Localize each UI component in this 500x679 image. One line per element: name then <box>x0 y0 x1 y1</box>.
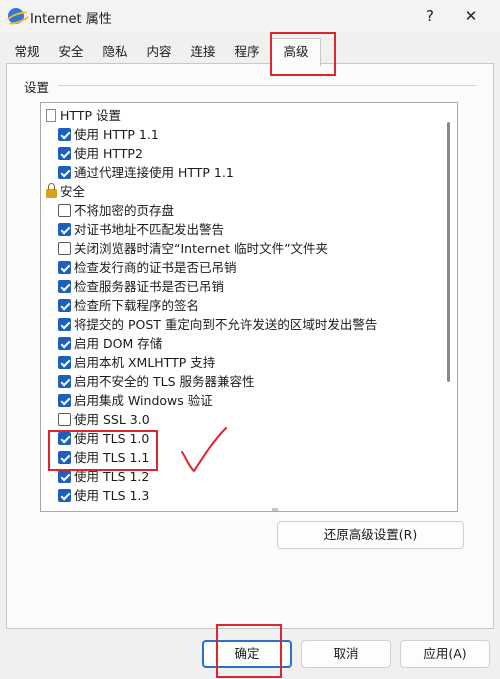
list-item[interactable]: 使用 TLS 1.3 <box>41 486 441 505</box>
list-item[interactable]: 不将加密的页存盘 <box>41 201 441 220</box>
checkbox[interactable] <box>58 261 71 274</box>
list-item-label: 启用本机 XMLHTTP 支持 <box>74 355 216 370</box>
tab-security[interactable]: 安全 <box>52 41 90 63</box>
checkbox[interactable] <box>58 242 71 255</box>
list-item-label: 对证书地址不匹配发出警告 <box>74 222 225 237</box>
list-item[interactable]: 通过代理连接使用 HTTP 1.1 <box>41 163 441 182</box>
list-item-label: 使用 HTTP2 <box>74 146 143 161</box>
list-item-label: 检查服务器证书是否已吊销 <box>74 279 225 294</box>
tab-general[interactable]: 常规 <box>8 41 46 63</box>
list-item-label: 启用集成 Windows 验证 <box>74 393 213 408</box>
checkbox[interactable] <box>58 318 71 331</box>
list-item-label: 使用 SSL 3.0 <box>74 412 150 427</box>
advanced-tab-annotation-box <box>270 32 336 76</box>
document-icon <box>46 109 56 122</box>
list-item[interactable]: 使用 HTTP 1.1 <box>41 125 441 144</box>
checkbox[interactable] <box>58 223 71 236</box>
checkbox[interactable] <box>58 394 71 407</box>
ok-annotation-box <box>216 624 282 678</box>
list-item-label: 使用 TLS 1.3 <box>74 488 150 503</box>
list-item-label: 关闭浏览器时清空“Internet 临时文件”文件夹 <box>74 241 329 256</box>
checkbox[interactable] <box>58 489 71 502</box>
checkbox[interactable] <box>58 470 71 483</box>
list-item[interactable]: 使用 SSL 3.0 <box>41 410 441 429</box>
list-item[interactable]: 检查所下载程序的签名 <box>41 296 441 315</box>
help-button[interactable]: ? <box>418 4 442 28</box>
checkbox[interactable] <box>58 413 71 426</box>
checkbox[interactable] <box>58 204 71 217</box>
checkbox[interactable] <box>58 337 71 350</box>
tab-programs[interactable]: 程序 <box>228 41 266 63</box>
list-resize-grip <box>272 508 278 511</box>
checkbox[interactable] <box>58 166 71 179</box>
checkbox[interactable] <box>58 128 71 141</box>
list-item-label: 检查所下载程序的签名 <box>74 298 200 313</box>
list-header-label: HTTP 设置 <box>60 108 121 123</box>
internet-options-icon <box>8 8 24 24</box>
checkbox[interactable] <box>58 280 71 293</box>
list-item[interactable]: 关闭浏览器时清空“Internet 临时文件”文件夹 <box>41 239 441 258</box>
restore-advanced-settings-button[interactable]: 还原高级设置(R) <box>277 521 464 549</box>
checkbox[interactable] <box>58 375 71 388</box>
list-item-label: 不将加密的页存盘 <box>74 203 175 218</box>
list-item-label: 通过代理连接使用 HTTP 1.1 <box>74 165 234 180</box>
settings-group-label: 设置 <box>24 80 50 95</box>
list-item[interactable]: 将提交的 POST 重定向到不允许发送的区域时发出警告 <box>41 315 441 334</box>
list-item[interactable]: 检查服务器证书是否已吊销 <box>41 277 441 296</box>
title-bar: Internet 属性 ? ✕ <box>0 0 500 32</box>
cancel-button[interactable]: 取消 <box>301 640 391 668</box>
list-item-label: 启用 DOM 存储 <box>74 336 163 351</box>
list-item-label: 启用不安全的 TLS 服务器兼容性 <box>74 374 255 389</box>
list-item[interactable]: 检查发行商的证书是否已吊销 <box>41 258 441 277</box>
settings-group-divider <box>58 85 476 86</box>
tab-content[interactable]: 内容 <box>140 41 178 63</box>
list-item-label: 检查发行商的证书是否已吊销 <box>74 260 237 275</box>
check-annotation-icon <box>181 427 227 472</box>
list-scrollbar[interactable] <box>447 122 450 382</box>
list-item[interactable]: 启用 DOM 存储 <box>41 334 441 353</box>
list-item-label: 使用 HTTP 1.1 <box>74 127 159 142</box>
tab-connections[interactable]: 连接 <box>184 41 222 63</box>
window-title: Internet 属性 <box>30 12 112 27</box>
list-item[interactable]: 启用不安全的 TLS 服务器兼容性 <box>41 372 441 391</box>
tab-privacy[interactable]: 隐私 <box>96 41 134 63</box>
checkbox[interactable] <box>58 299 71 312</box>
tls-annotation-box <box>48 430 158 471</box>
list-header-label: 安全 <box>60 184 86 199</box>
list-item[interactable]: 使用 HTTP2 <box>41 144 441 163</box>
lock-icon <box>46 183 57 198</box>
list-item-label: 将提交的 POST 重定向到不允许发送的区域时发出警告 <box>74 317 378 332</box>
list-item[interactable]: 对证书地址不匹配发出警告 <box>41 220 441 239</box>
list-item[interactable]: 启用本机 XMLHTTP 支持 <box>41 353 441 372</box>
close-button[interactable]: ✕ <box>459 4 483 28</box>
checkbox[interactable] <box>58 356 71 369</box>
list-item[interactable]: 启用集成 Windows 验证 <box>41 391 441 410</box>
checkbox[interactable] <box>58 147 71 160</box>
apply-button[interactable]: 应用(A) <box>400 640 490 668</box>
